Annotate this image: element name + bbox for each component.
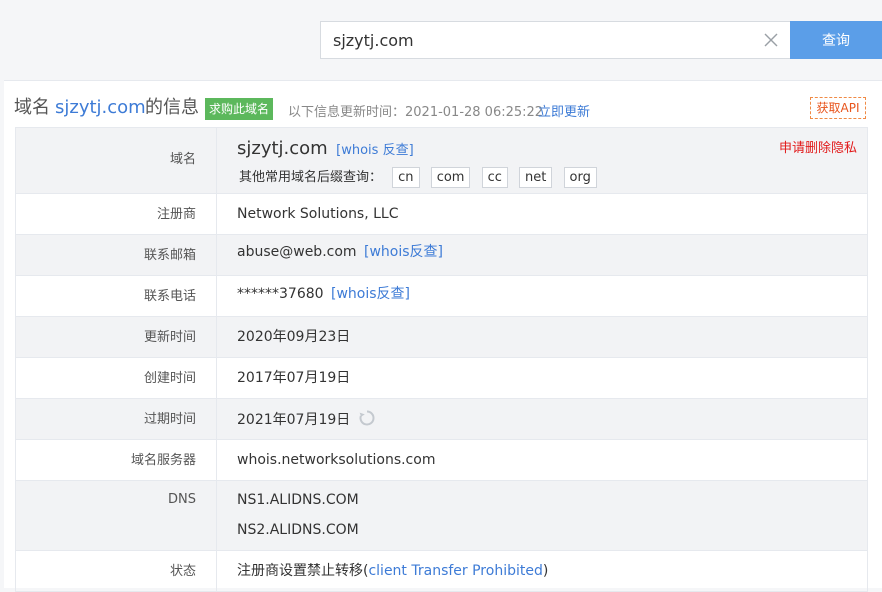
row-label: 创建时间 bbox=[15, 357, 217, 399]
remove-privacy-link[interactable]: 申请删除隐私 bbox=[779, 139, 857, 159]
status-code-link[interactable]: client Transfer Prohibited bbox=[368, 563, 542, 579]
updated-value: 2020年09月23日 bbox=[216, 316, 868, 358]
email-value: abuse@web.com bbox=[237, 244, 357, 260]
dns-server-1: NS1.ALIDNS.COM bbox=[237, 492, 359, 508]
whois-panel: 域名 sjzytj.com 的信息 求购此域名 以下信息更新时间：2021-01… bbox=[4, 80, 882, 592]
whois-reverse-link[interactable]: [whois 反查] bbox=[336, 143, 414, 158]
search-box bbox=[320, 21, 790, 59]
refresh-icon[interactable] bbox=[358, 409, 376, 427]
row-label: 过期时间 bbox=[15, 398, 217, 440]
update-time-label: 以下信息更新时间：2021-01-28 06:25:22 bbox=[288, 105, 544, 120]
clear-icon[interactable] bbox=[761, 30, 781, 50]
table-row-email: 联系邮箱 abuse@web.com [whois反查] bbox=[15, 234, 868, 276]
row-label: 注册商 bbox=[15, 193, 217, 235]
suffix-com[interactable]: com bbox=[430, 167, 471, 188]
search-button[interactable]: 查询 bbox=[790, 21, 882, 59]
row-value: abuse@web.com [whois反查] bbox=[216, 234, 868, 276]
phone-whois-link[interactable]: [whois反查] bbox=[331, 286, 410, 302]
update-now-link[interactable]: 立即更新 bbox=[538, 101, 590, 120]
search-input[interactable] bbox=[321, 22, 751, 58]
suffix-cc[interactable]: cc bbox=[481, 167, 508, 188]
table-row-dns: DNS NS1.ALIDNS.COM NS2.ALIDNS.COM bbox=[15, 480, 868, 551]
created-value: 2017年07月19日 bbox=[216, 357, 868, 399]
email-whois-link[interactable]: [whois反查] bbox=[364, 244, 443, 260]
table-row-status: 状态 注册商设置禁止转移(client Transfer Prohibited) bbox=[15, 550, 868, 592]
row-label: 域名 bbox=[15, 127, 217, 194]
registrar-value: Network Solutions, LLC bbox=[216, 193, 868, 235]
table-row-phone: 联系电话 ******37680 [whois反查] bbox=[15, 275, 868, 317]
table-row-domain: 域名 sjzytj.com [whois 反查] 申请删除隐私 其他常用域名后缀… bbox=[15, 127, 868, 194]
get-api-button[interactable]: 获取API bbox=[810, 97, 866, 119]
table-row-expires: 过期时间 2021年07月19日 bbox=[15, 398, 868, 440]
whois-server-value: whois.networksolutions.com bbox=[216, 439, 868, 481]
title-suffix: 的信息 bbox=[145, 97, 199, 118]
suffix-cn[interactable]: cn bbox=[392, 167, 420, 188]
top-search-bar: 查询 bbox=[0, 0, 882, 80]
title-prefix: 域名 bbox=[14, 97, 50, 118]
page-title: 域名 sjzytj.com 的信息 求购此域名 以下信息更新时间：2021-01… bbox=[14, 95, 874, 121]
row-label: 更新时间 bbox=[15, 316, 217, 358]
table-row-created: 创建时间 2017年07月19日 bbox=[15, 357, 868, 399]
dns-server-2: NS2.ALIDNS.COM bbox=[237, 522, 359, 538]
row-value: NS1.ALIDNS.COM NS2.ALIDNS.COM bbox=[216, 480, 868, 551]
table-row-registrar: 注册商 Network Solutions, LLC bbox=[15, 193, 868, 235]
status-suffix: ) bbox=[542, 563, 549, 579]
phone-value: ******37680 bbox=[237, 286, 324, 302]
title-domain: sjzytj.com bbox=[55, 97, 146, 118]
row-value: 2021年07月19日 bbox=[216, 398, 868, 440]
status-prefix: 注册商设置禁止转移( bbox=[237, 563, 369, 579]
row-label: 联系电话 bbox=[15, 275, 217, 317]
row-label: 联系邮箱 bbox=[15, 234, 217, 276]
whois-table: 域名 sjzytj.com [whois 反查] 申请删除隐私 其他常用域名后缀… bbox=[15, 127, 868, 592]
row-value: ******37680 [whois反查] bbox=[216, 275, 868, 317]
row-value: sjzytj.com [whois 反查] 申请删除隐私 其他常用域名后缀查询：… bbox=[216, 127, 868, 194]
expires-value: 2021年07月19日 bbox=[237, 412, 351, 428]
suffix-label: 其他常用域名后缀查询： bbox=[239, 170, 383, 185]
row-value: 注册商设置禁止转移(client Transfer Prohibited) bbox=[216, 550, 868, 592]
suffix-net[interactable]: net bbox=[519, 167, 553, 188]
table-row-whois-server: 域名服务器 whois.networksolutions.com bbox=[15, 439, 868, 481]
buy-domain-button[interactable]: 求购此域名 bbox=[205, 98, 274, 120]
table-row-updated: 更新时间 2020年09月23日 bbox=[15, 316, 868, 358]
row-label: 域名服务器 bbox=[15, 439, 217, 481]
suffix-org[interactable]: org bbox=[563, 167, 597, 188]
domain-value: sjzytj.com bbox=[237, 138, 328, 159]
row-label: 状态 bbox=[15, 550, 217, 592]
row-label: DNS bbox=[15, 480, 217, 551]
